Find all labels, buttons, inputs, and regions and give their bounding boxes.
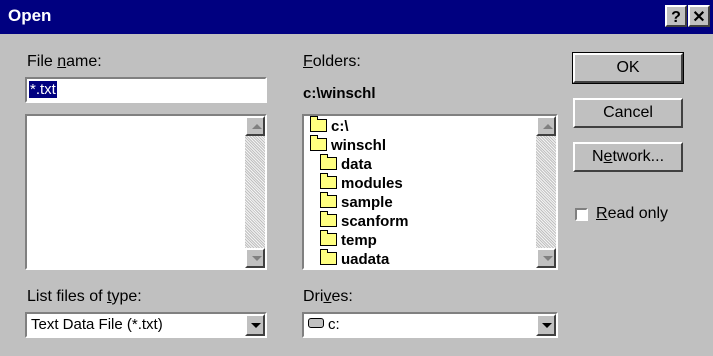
file-type-dropdown-button[interactable] <box>245 314 265 336</box>
open-folder-icon <box>310 116 327 132</box>
folder-tree[interactable]: c:\ winschl data modules sample scanform… <box>302 114 558 270</box>
down-arrow-icon <box>543 256 553 261</box>
tree-item-scanform[interactable]: scanform <box>320 211 409 230</box>
read-only-checkbox[interactable] <box>575 208 588 221</box>
file-type-select[interactable]: Text Data File (*.txt) <box>25 312 267 338</box>
open-dialog: Open ? ✕ File name: *.txt Folders: c:\wi… <box>0 0 713 356</box>
file-list-scrollbar[interactable] <box>245 116 265 268</box>
folder-icon <box>320 154 337 170</box>
file-list[interactable] <box>25 114 267 270</box>
cancel-button[interactable]: Cancel <box>573 98 683 128</box>
read-only-label[interactable]: Read only <box>596 205 668 223</box>
folder-icon <box>320 249 337 265</box>
scroll-up-button[interactable] <box>536 116 556 136</box>
chevron-down-icon <box>251 323 261 328</box>
up-arrow-icon <box>252 124 262 129</box>
folder-icon <box>320 211 337 227</box>
tree-item-temp[interactable]: temp <box>320 230 377 249</box>
folder-tree-scrollbar[interactable] <box>536 116 556 268</box>
folder-icon <box>320 173 337 189</box>
chevron-down-icon <box>542 323 552 328</box>
drives-label: Drives: <box>303 288 353 305</box>
tree-item-modules[interactable]: modules <box>320 173 403 192</box>
help-icon: ? <box>671 9 681 26</box>
folder-icon <box>320 192 337 208</box>
tree-item-winschl[interactable]: winschl <box>310 135 386 154</box>
scroll-down-button[interactable] <box>536 248 556 268</box>
tree-item-uadata[interactable]: uadata <box>320 249 389 268</box>
down-arrow-icon <box>252 256 262 261</box>
title-bar[interactable]: Open ? ✕ <box>0 0 713 34</box>
open-folder-icon <box>310 135 327 151</box>
scroll-down-button[interactable] <box>245 248 265 268</box>
file-name-label: File name: <box>27 53 102 70</box>
tree-item-data[interactable]: data <box>320 154 372 173</box>
window-title: Open <box>8 6 52 25</box>
drive-icon <box>308 318 324 328</box>
drives-dropdown-button[interactable] <box>536 314 556 336</box>
folder-icon <box>320 230 337 246</box>
up-arrow-icon <box>543 124 553 129</box>
drives-value: c: <box>328 316 340 333</box>
ok-button[interactable]: OK <box>572 52 684 84</box>
file-type-value: Text Data File (*.txt) <box>31 316 163 333</box>
current-folder-path: c:\winschl <box>303 85 376 102</box>
file-type-label: List files of type: <box>27 288 142 305</box>
drives-select[interactable]: c: <box>302 312 558 338</box>
tree-item-root[interactable]: c:\ <box>310 116 349 135</box>
tree-item-sample[interactable]: sample <box>320 192 393 211</box>
folders-label: Folders: <box>303 53 361 70</box>
close-icon: ✕ <box>692 9 706 26</box>
network-button[interactable]: Network... <box>573 142 683 172</box>
help-button[interactable]: ? <box>665 5 687 27</box>
scroll-up-button[interactable] <box>245 116 265 136</box>
close-button[interactable]: ✕ <box>688 5 710 27</box>
file-name-value: *.txt <box>29 81 57 98</box>
file-name-input[interactable]: *.txt <box>25 77 267 103</box>
